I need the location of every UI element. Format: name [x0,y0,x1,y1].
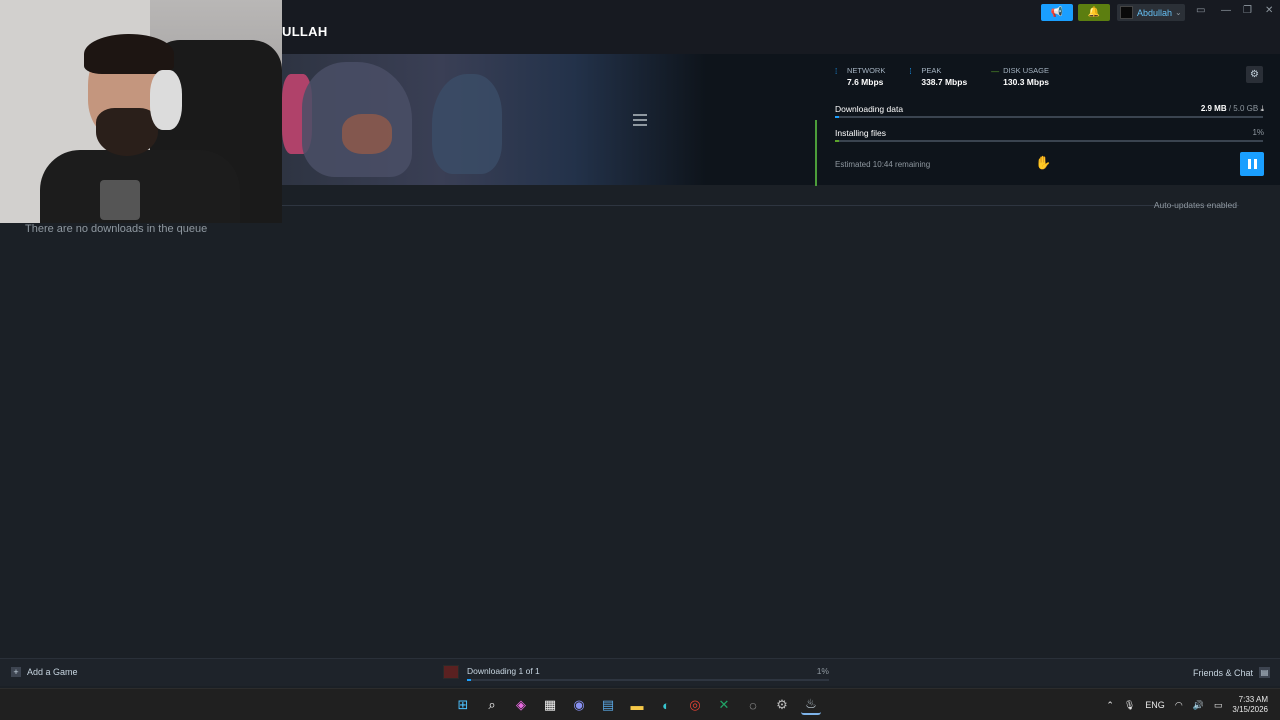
auto-updates-status: Auto-updates enabled [1153,200,1237,210]
line-icon: — [991,67,1000,76]
notepad-icon[interactable]: ▤ [598,695,618,715]
app-icon[interactable]: ◌ [743,695,763,715]
megaphone-icon: 📢 [1050,7,1064,18]
download-status-text: Downloading 1 of 1 [467,666,540,676]
friends-chat-button[interactable]: Friends & Chat ▤ [1193,667,1270,678]
avatar [1120,6,1133,19]
install-progress-fill [835,140,840,142]
install-progress-bar [835,140,1263,142]
friends-chat-label: Friends & Chat [1192,667,1253,678]
minimize-button[interactable]: — [1221,5,1231,16]
game-artwork [282,54,812,185]
volume-icon[interactable]: 🔊 [1193,700,1204,711]
footer-progress-fill [467,679,471,681]
close-button[interactable]: ✕ [1265,5,1273,16]
download-progress-bar [835,116,1263,118]
bell-icon: 🔔 [1087,7,1101,18]
download-header: ⁞ NETWORK 7.6 Mbps ⁞ PEAK 338.7 Mbps — D… [282,54,1280,186]
footer-progress-bar [467,679,829,681]
settings-icon[interactable]: ⚙ [772,695,792,715]
discord-icon[interactable]: ◉ [569,695,589,715]
downloaded-amount: 2.9 MB [1200,104,1227,113]
stat-network: ⁞ NETWORK 7.6 Mbps [835,66,885,87]
stat-value: 130.3 Mbps [1003,77,1049,87]
page-title: ULLAH [282,24,328,39]
big-picture-icon[interactable]: ▭ [1196,5,1205,16]
language-indicator[interactable]: ENG [1145,700,1165,710]
file-explorer-icon[interactable]: ▬ [627,695,647,715]
excel-icon[interactable]: ✕ [714,695,734,715]
windows-taskbar: ⊞ ⌕ ◈ ▦ ◉ ▤ ▬ ◐ ◎ ✕ ◌ ⚙ ♨ ⌃ 🎙 ENG ◠ 🔊 ▭ … [0,688,1280,720]
copilot-icon[interactable]: ◈ [511,695,531,715]
download-icon: ⤓ [1260,104,1264,113]
clock-date: 3/15/2026 [1232,705,1268,714]
gear-icon: ⚙ [1250,69,1259,80]
download-size: 2.9 MB / 5.0 GB ⤓ [1201,104,1264,114]
download-total: / 5.0 GB [1228,104,1259,113]
download-status-pct: 1% [816,666,829,676]
maximize-button[interactable]: ❐ [1243,5,1252,16]
wifi-icon[interactable]: ◠ [1175,700,1183,711]
add-game-label: Add a Game [27,667,78,677]
steam-icon[interactable]: ♨ [801,695,821,715]
game-thumbnail [443,665,459,679]
stat-label: PEAK [921,66,942,75]
add-game-button[interactable]: + Add a Game [11,667,78,677]
chat-icon: ▤ [1259,667,1270,678]
eta-text: Estimated 10:44 remaining [835,160,931,169]
plus-icon: + [11,667,21,677]
system-tray: ⌃ 🎙 ENG ◠ 🔊 ▭ 7:33 AM 3/15/2026 [1106,695,1268,715]
installing-label: Installing files [835,128,887,138]
bar-chart-icon: ⁞ [909,67,912,76]
bar-chart-icon: ⁞ [835,67,838,76]
downloading-label: Downloading data [835,104,904,114]
download-stats: ⁞ NETWORK 7.6 Mbps ⁞ PEAK 338.7 Mbps — D… [835,66,1049,87]
announcements-button[interactable]: 📢 [1041,4,1073,21]
network-graph [815,120,817,186]
download-settings-button[interactable]: ⚙ [1246,66,1263,83]
notifications-button[interactable]: 🔔 [1078,4,1110,21]
hand-cursor-icon: ✋ [1035,155,1052,170]
user-name: Abdullah [1137,7,1173,18]
stat-value: 338.7 Mbps [921,77,968,87]
clock[interactable]: 7:33 AM 3/15/2026 [1232,695,1268,715]
chrome-icon[interactable]: ◎ [685,695,705,715]
empty-queue-message: There are no downloads in the queue [25,223,208,235]
chevron-up-icon[interactable]: ⌃ [1106,700,1114,711]
hamburger-menu-icon[interactable] [633,114,647,126]
stat-value: 7.6 Mbps [847,77,884,87]
store-icon[interactable]: ▦ [540,695,560,715]
stat-label: DISK USAGE [1003,66,1050,75]
stat-disk-usage: — DISK USAGE 130.3 Mbps [991,66,1049,87]
installing-pct: 1% [1252,128,1264,137]
download-progress-fill [835,116,840,118]
search-icon[interactable]: ⌕ [482,695,502,715]
chevron-down-icon: ⌄ [1175,8,1182,17]
pause-button[interactable] [1240,152,1264,176]
windows-start-icon[interactable]: ⊞ [453,695,473,715]
microphone-icon[interactable]: 🎙 [1124,700,1135,711]
edge-icon[interactable]: ◐ [656,695,676,715]
downloads-status-button[interactable]: Downloading 1 of 1 1% [443,664,829,682]
taskbar-apps: ⊞ ⌕ ◈ ▦ ◉ ▤ ▬ ◐ ◎ ✕ ◌ ⚙ ♨ [453,695,821,715]
battery-icon[interactable]: ▭ [1214,700,1223,711]
stat-peak: ⁞ PEAK 338.7 Mbps [909,66,967,87]
webcam-overlay [0,0,282,223]
stat-label: NETWORK [847,66,886,75]
user-menu[interactable]: Abdullah ⌄ [1117,4,1185,21]
library-footer: + Add a Game Downloading 1 of 1 1% Frien… [0,658,1280,686]
clock-time: 7:33 AM [1238,695,1268,704]
